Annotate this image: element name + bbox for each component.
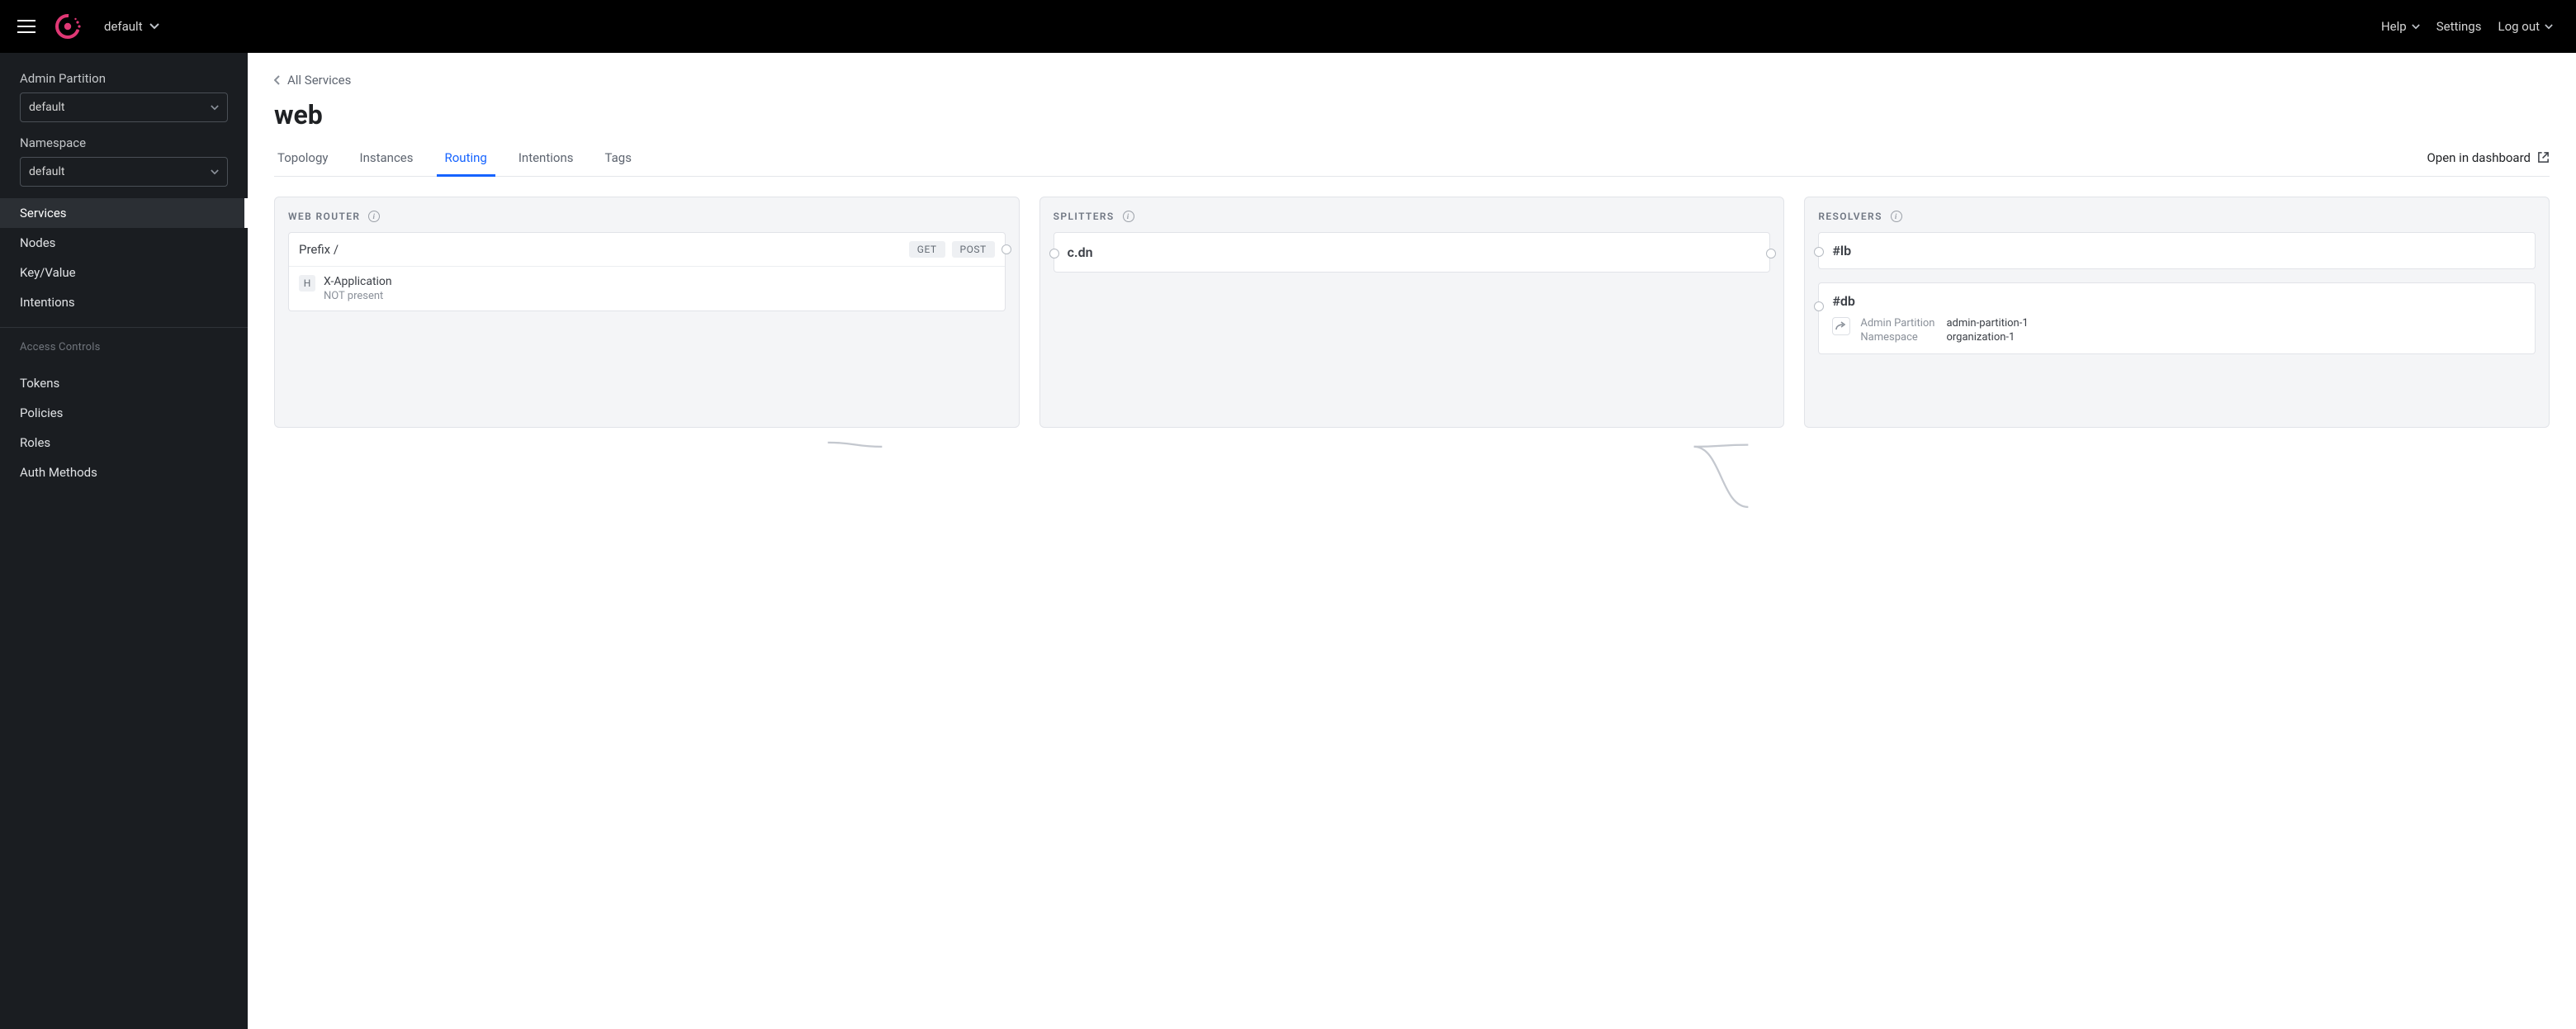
connector-dot (1814, 247, 1824, 257)
sidebar-item-kv[interactable]: Key/Value (0, 258, 248, 287)
open-dashboard-link[interactable]: Open in dashboard (2427, 150, 2550, 165)
datacenter-picker[interactable]: default (97, 14, 166, 39)
routing-panels: WEB ROUTER Prefix / GET POST H (274, 197, 2550, 428)
info-icon[interactable] (368, 211, 380, 222)
connector-dot (1049, 249, 1059, 258)
connector-dot (1766, 249, 1776, 258)
tab-instances[interactable]: Instances (356, 139, 416, 176)
logout-menu[interactable]: Log out (2489, 14, 2561, 39)
namespace-label: Namespace (0, 134, 248, 157)
method-chip-get: GET (909, 241, 945, 258)
router-panel: WEB ROUTER Prefix / GET POST H (274, 197, 1020, 428)
chevron-down-icon (2412, 24, 2420, 30)
chevron-down-icon (149, 23, 159, 30)
resolvers-panel: RESOLVERS #lb #db Admin Pa (1804, 197, 2550, 428)
settings-link[interactable]: Settings (2428, 14, 2490, 39)
method-chip-post: POST (952, 241, 995, 258)
sidebar-item-nodes[interactable]: Nodes (0, 228, 248, 258)
chevron-down-icon (211, 169, 219, 175)
resolver-title: #lb (1832, 243, 2522, 258)
namespace-select[interactable]: default (20, 157, 228, 187)
sidebar-item-services[interactable]: Services (0, 198, 248, 228)
page-title: web (274, 99, 2550, 130)
resolver-card-lb[interactable]: #lb (1818, 232, 2536, 269)
splitters-panel: SPLITTERS c.dn (1039, 197, 1785, 428)
info-icon[interactable] (1123, 211, 1134, 222)
route-header-condition: NOT present (324, 290, 392, 302)
sidebar-item-roles[interactable]: Roles (0, 428, 248, 458)
access-controls-label: Access Controls (0, 339, 248, 360)
partition-select[interactable]: default (20, 92, 228, 122)
redirect-icon (1832, 317, 1850, 335)
splitters-panel-header: SPLITTERS (1054, 211, 1771, 222)
tab-tags[interactable]: Tags (601, 139, 634, 176)
partition-value: default (29, 101, 65, 114)
route-header-name: X-Application (324, 275, 392, 288)
tab-routing[interactable]: Routing (442, 139, 490, 176)
logout-label: Log out (2498, 19, 2540, 34)
tab-topology[interactable]: Topology (274, 139, 331, 176)
primary-nav: Services Nodes Key/Value Intentions (0, 198, 248, 317)
sidebar-item-auth-methods[interactable]: Auth Methods (0, 458, 248, 487)
top-bar: default Help Settings Log out (0, 0, 2576, 53)
info-icon[interactable] (1891, 211, 1902, 222)
partition-label: Admin Partition (0, 69, 248, 92)
tabbar: Topology Instances Routing Intentions Ta… (274, 139, 2550, 177)
splitter-label: c.dn (1068, 244, 1093, 260)
tab-intentions[interactable]: Intentions (515, 139, 577, 176)
sidebar-item-policies[interactable]: Policies (0, 398, 248, 428)
external-link-icon (2537, 151, 2550, 164)
breadcrumb-label: All Services (287, 73, 351, 88)
datacenter-label: default (104, 19, 143, 34)
chevron-down-icon (2545, 24, 2553, 30)
route-card[interactable]: Prefix / GET POST H X-Application NOT pr… (288, 232, 1006, 311)
sidebar-divider (0, 327, 248, 328)
chevron-down-icon (211, 105, 219, 111)
consul-logo (53, 12, 83, 41)
sidebar-item-intentions[interactable]: Intentions (0, 287, 248, 317)
dashboard-link-label: Open in dashboard (2427, 150, 2531, 165)
sidebar: Admin Partition default Namespace defaul… (0, 53, 248, 1029)
sidebar-item-tokens[interactable]: Tokens (0, 368, 248, 398)
help-menu[interactable]: Help (2373, 14, 2428, 39)
resolver-title: #db (1832, 293, 2522, 309)
header-badge: H (299, 275, 315, 292)
main-content: All Services web Topology Instances Rout… (248, 53, 2576, 1029)
resolver-redirect-details: Admin Partition admin-partition-1 Namesp… (1860, 317, 2028, 344)
splitter-card[interactable]: c.dn (1054, 232, 1771, 273)
access-nav: Tokens Policies Roles Auth Methods (0, 368, 248, 487)
menu-toggle-button[interactable] (10, 10, 43, 43)
router-panel-header: WEB ROUTER (288, 211, 1006, 222)
help-label: Help (2381, 19, 2407, 34)
connector-dot (1002, 244, 1011, 254)
route-prefix: Prefix / (299, 242, 339, 257)
namespace-value: default (29, 165, 65, 178)
resolver-card-db[interactable]: #db Admin Partition admin-partition-1 Na… (1818, 282, 2536, 354)
breadcrumb-all-services[interactable]: All Services (274, 73, 2550, 88)
resolvers-panel-header: RESOLVERS (1818, 211, 2536, 222)
settings-label: Settings (2436, 19, 2482, 34)
chevron-left-icon (274, 75, 281, 85)
